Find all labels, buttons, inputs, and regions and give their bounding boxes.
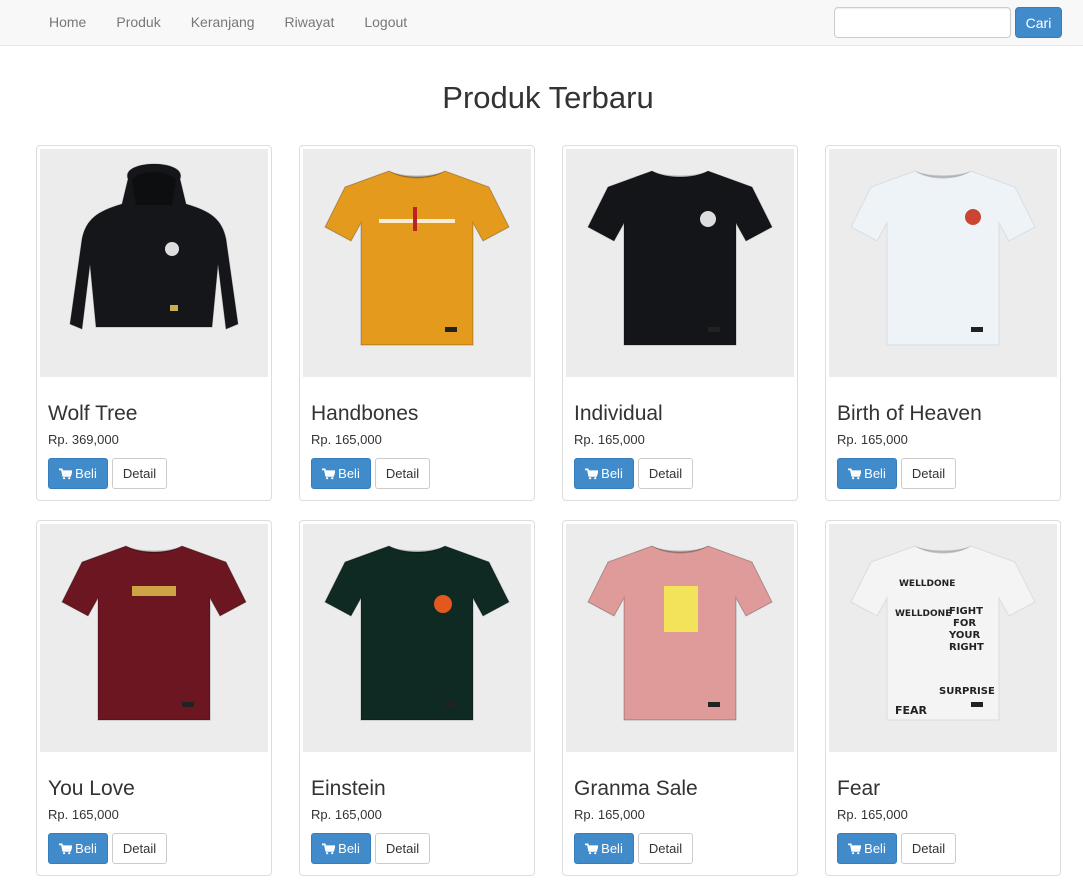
nav-link-produk[interactable]: Produk (101, 0, 175, 45)
svg-text:RIGHT: RIGHT (949, 642, 984, 653)
svg-text:FOR: FOR (953, 618, 976, 629)
product-price: Rp. 165,000 (311, 807, 382, 822)
product-image (40, 149, 268, 377)
buy-button-label: Beli (864, 466, 886, 481)
detail-button[interactable]: Detail (112, 833, 167, 864)
detail-button[interactable]: Detail (901, 833, 956, 864)
buy-button-label: Beli (338, 841, 360, 856)
svg-text:FEAR: FEAR (895, 704, 928, 717)
product-card-fear: WELLDONE FIGHT FOR YOUR RIGHT WELLDONE S… (825, 520, 1061, 876)
product-image (566, 149, 794, 377)
detail-button[interactable]: Detail (375, 458, 430, 489)
nav-link-logout[interactable]: Logout (349, 0, 422, 45)
detail-button[interactable]: Detail (901, 458, 956, 489)
buy-button-label: Beli (601, 466, 623, 481)
page-title: Produk Terbaru (442, 80, 654, 115)
buy-button[interactable]: Beli (48, 833, 108, 864)
buy-button-label: Beli (75, 841, 97, 856)
detail-button[interactable]: Detail (112, 458, 167, 489)
buy-button[interactable]: Beli (48, 458, 108, 489)
product-card-individual: Individual Rp. 165,000 Beli Detail (562, 145, 798, 501)
buy-button[interactable]: Beli (574, 833, 634, 864)
product-card-wolf-tree: Wolf Tree Rp. 369,000 Beli Detail (36, 145, 272, 501)
product-name: Fear (837, 777, 881, 800)
product-name: Individual (574, 402, 663, 425)
search-input[interactable] (834, 7, 1011, 38)
product-price: Rp. 165,000 (837, 807, 908, 822)
product-image (40, 524, 268, 752)
cart-icon (585, 843, 599, 854)
nav-link-home[interactable]: Home (34, 0, 101, 45)
buy-button[interactable]: Beli (837, 833, 897, 864)
nav-links: Home Produk Keranjang Riwayat Logout (34, 0, 422, 45)
product-price: Rp. 165,000 (48, 807, 119, 822)
navbar: Home Produk Keranjang Riwayat Logout Car… (0, 0, 1083, 46)
product-card-granma-sale: Granma Sale Rp. 165,000 Beli Detail (562, 520, 798, 876)
cart-icon (848, 468, 862, 479)
detail-button[interactable]: Detail (375, 833, 430, 864)
cart-icon (322, 843, 336, 854)
product-price: Rp. 165,000 (574, 432, 645, 447)
cart-icon (322, 468, 336, 479)
cart-icon (59, 843, 73, 854)
product-name: Birth of Heaven (837, 402, 982, 425)
product-price: Rp. 165,000 (574, 807, 645, 822)
product-card-handbones: Handbones Rp. 165,000 Beli Detail (299, 145, 535, 501)
buy-button[interactable]: Beli (574, 458, 634, 489)
svg-text:SURPRISE: SURPRISE (939, 686, 995, 697)
cart-icon (848, 843, 862, 854)
product-card-birth-of-heaven: Birth of Heaven Rp. 165,000 Beli Detail (825, 145, 1061, 501)
product-name: Handbones (311, 402, 419, 425)
product-name: Wolf Tree (48, 402, 138, 425)
search-button[interactable]: Cari (1015, 7, 1062, 38)
product-name: Granma Sale (574, 777, 698, 800)
buy-button-label: Beli (864, 841, 886, 856)
product-image (566, 524, 794, 752)
buy-button[interactable]: Beli (311, 458, 371, 489)
svg-text:WELLDONE: WELLDONE (899, 579, 955, 589)
detail-button[interactable]: Detail (638, 458, 693, 489)
buy-button[interactable]: Beli (311, 833, 371, 864)
product-price: Rp. 165,000 (311, 432, 382, 447)
cart-icon (585, 468, 599, 479)
product-card-einstein: Einstein Rp. 165,000 Beli Detail (299, 520, 535, 876)
product-price: Rp. 165,000 (837, 432, 908, 447)
buy-button[interactable]: Beli (837, 458, 897, 489)
cart-icon (59, 468, 73, 479)
buy-button-label: Beli (338, 466, 360, 481)
buy-button-label: Beli (75, 466, 97, 481)
nav-link-keranjang[interactable]: Keranjang (176, 0, 270, 45)
product-name: You Love (48, 777, 135, 800)
buy-button-label: Beli (601, 841, 623, 856)
product-card-you-love: You Love Rp. 165,000 Beli Detail (36, 520, 272, 876)
svg-text:FIGHT: FIGHT (949, 606, 983, 617)
product-image (829, 149, 1057, 377)
product-image (303, 524, 531, 752)
product-image: WELLDONE FIGHT FOR YOUR RIGHT WELLDONE S… (829, 524, 1057, 752)
svg-text:YOUR: YOUR (948, 630, 981, 641)
product-image (303, 149, 531, 377)
nav-link-riwayat[interactable]: Riwayat (270, 0, 350, 45)
svg-text:WELLDONE: WELLDONE (895, 609, 951, 619)
product-name: Einstein (311, 777, 386, 800)
product-price: Rp. 369,000 (48, 432, 119, 447)
detail-button[interactable]: Detail (638, 833, 693, 864)
